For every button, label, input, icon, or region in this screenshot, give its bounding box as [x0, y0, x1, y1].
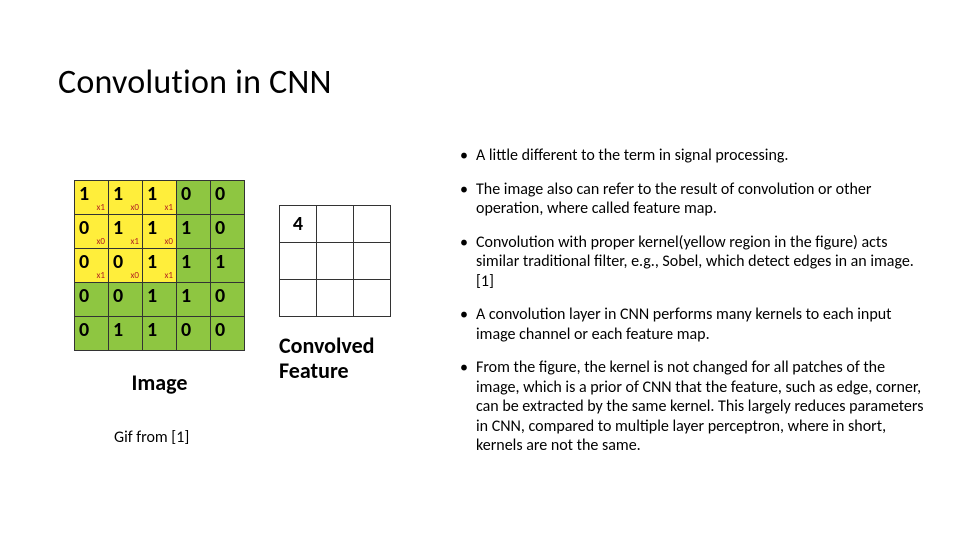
image-cell: 1 — [177, 283, 211, 317]
image-cell: 0 — [75, 283, 109, 317]
convolved-cell — [354, 206, 391, 243]
image-cell: 0 — [177, 317, 211, 351]
image-cell: 1x1 — [75, 181, 109, 215]
convolved-label-line1: Convolved — [279, 332, 375, 359]
kernel-weight-label: x1 — [131, 236, 139, 247]
bullet-item: Convolution with proper kernel(yellow re… — [460, 233, 930, 292]
kernel-weight-label: x0 — [131, 270, 139, 281]
image-cell: 0 — [211, 181, 245, 215]
image-cell: 0x0 — [75, 215, 109, 249]
convolved-cell — [354, 243, 391, 280]
convolved-cell — [280, 280, 317, 317]
convolved-cell: 4 — [280, 206, 317, 243]
convolved-cell — [280, 243, 317, 280]
convolved-label-line2: Feature — [279, 357, 349, 384]
convolved-cell — [317, 243, 354, 280]
kernel-weight-label: x1 — [165, 270, 173, 281]
image-cell: 1 — [211, 249, 245, 283]
figure-row: 1x11x01x1000x01x11x0100x10x01x1110011001… — [74, 180, 434, 396]
image-cell: 1 — [177, 215, 211, 249]
image-cell: 0 — [211, 317, 245, 351]
image-cell: 0 — [211, 283, 245, 317]
image-cell: 1 — [109, 317, 143, 351]
bullet-list: A little different to the term in signal… — [460, 146, 930, 470]
convolved-block: 4 Convolved Feature — [279, 205, 391, 384]
slide-title: Convolution in CNN — [58, 62, 332, 103]
kernel-weight-label: x1 — [97, 202, 105, 213]
image-matrix: 1x11x01x1000x01x11x0100x10x01x1110011001… — [74, 180, 245, 351]
image-matrix-label: Image — [74, 369, 245, 396]
kernel-weight-label: x0 — [97, 236, 105, 247]
slide: Convolution in CNN 1x11x01x1000x01x11x01… — [0, 0, 960, 540]
kernel-weight-label: x0 — [165, 236, 173, 247]
image-cell: 1x1 — [109, 215, 143, 249]
image-cell: 1 — [177, 249, 211, 283]
image-cell: 0 — [109, 283, 143, 317]
image-cell: 0 — [75, 317, 109, 351]
convolved-label: Convolved Feature — [279, 333, 391, 384]
kernel-weight-label: x1 — [97, 270, 105, 281]
image-cell: 1x0 — [143, 215, 177, 249]
image-cell: 1 — [143, 317, 177, 351]
image-cell: 1x1 — [143, 181, 177, 215]
image-cell: 1 — [143, 283, 177, 317]
bullet-item: A convolution layer in CNN performs many… — [460, 305, 930, 344]
bullet-item: A little different to the term in signal… — [460, 146, 930, 166]
figure-area: 1x11x01x1000x01x11x0100x10x01x1110011001… — [74, 180, 434, 396]
gif-caption: Gif from [1] — [114, 428, 189, 447]
image-cell: 0 — [177, 181, 211, 215]
convolved-matrix: 4 — [279, 205, 391, 317]
kernel-weight-label: x1 — [165, 202, 173, 213]
convolved-cell — [317, 280, 354, 317]
bullet-item: The image also can refer to the result o… — [460, 180, 930, 219]
kernel-weight-label: x0 — [131, 202, 139, 213]
image-cell: 0x0 — [109, 249, 143, 283]
convolved-cell — [354, 280, 391, 317]
image-cell: 1x0 — [109, 181, 143, 215]
image-matrix-block: 1x11x01x1000x01x11x0100x10x01x1110011001… — [74, 180, 245, 396]
bullet-item: From the figure, the kernel is not chang… — [460, 358, 930, 456]
image-cell: 0 — [211, 215, 245, 249]
convolved-cell — [317, 206, 354, 243]
image-cell: 1x1 — [143, 249, 177, 283]
image-cell: 0x1 — [75, 249, 109, 283]
